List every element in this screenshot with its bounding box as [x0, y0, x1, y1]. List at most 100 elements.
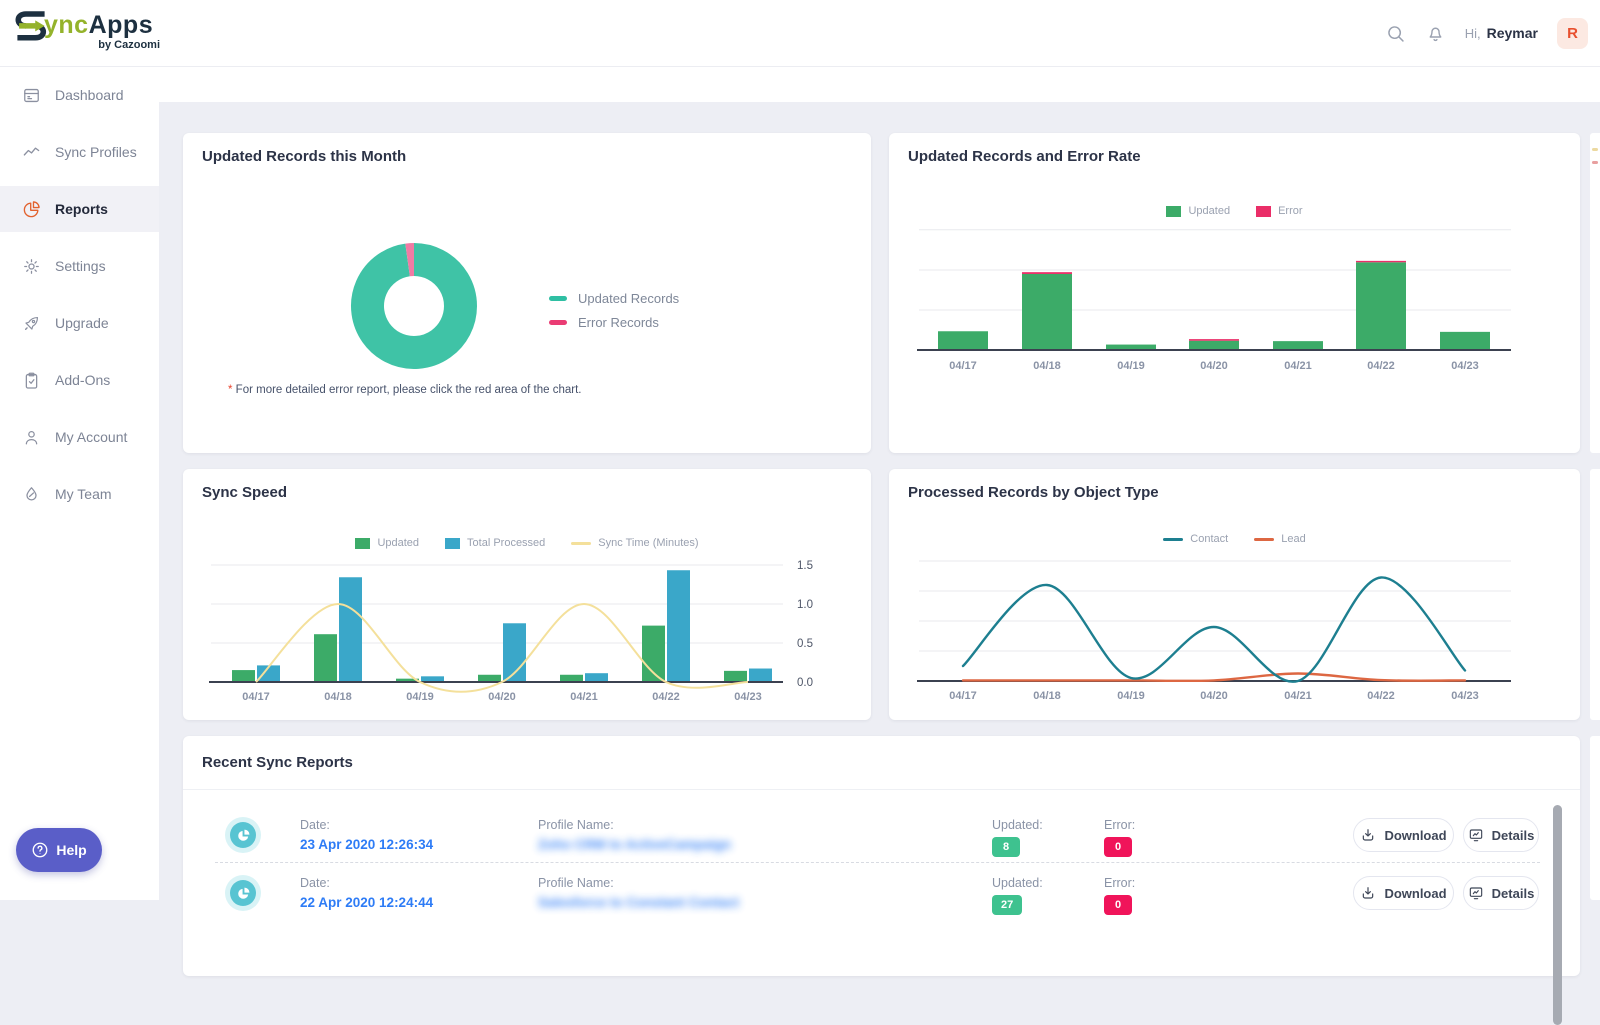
legend-item-updated-records[interactable]: Updated Records — [549, 291, 679, 306]
legend-swatch — [355, 538, 370, 549]
card-scrollbar-thumb[interactable] — [1553, 805, 1562, 1025]
sidebar-item-settings[interactable]: Settings — [0, 243, 159, 289]
legend-item-updated[interactable]: Updated — [1166, 205, 1230, 217]
svg-text:04/19: 04/19 — [406, 691, 434, 703]
legend-item-total-processed[interactable]: Total Processed — [445, 537, 545, 549]
legend-item-error[interactable]: Error — [1256, 205, 1302, 217]
sync-report-row: Date: 23 Apr 2020 12:26:34 Profile Name:… — [183, 810, 1554, 868]
object-type-line-chart[interactable]: 04/17 04/18 04/19 04/20 04/21 04/22 04/23 — [889, 469, 1580, 720]
date-label: Date: — [300, 818, 433, 832]
legend-item-contact[interactable]: Contact — [1163, 533, 1228, 545]
profile-name-blurred[interactable]: Salesforce to Constant Contact — [538, 895, 739, 910]
svg-text:04/21: 04/21 — [1284, 690, 1312, 702]
sidebar-item-dashboard[interactable]: Dashboard — [0, 72, 159, 118]
svg-text:1.0: 1.0 — [797, 599, 813, 611]
svg-text:04/22: 04/22 — [1367, 690, 1395, 702]
svg-text:0.5: 0.5 — [797, 638, 813, 650]
legend-item-error-records[interactable]: Error Records — [549, 315, 679, 330]
svg-text:04/22: 04/22 — [1367, 360, 1395, 372]
sidebar-item-my-account[interactable]: My Account — [0, 414, 159, 460]
offscreen-legend-mark — [1592, 148, 1598, 151]
updated-count-badge: 27 — [992, 895, 1022, 915]
svg-text:04/20: 04/20 — [1200, 690, 1228, 702]
card-updated-records-month: Updated Records this Month Updated Recor… — [183, 133, 871, 453]
svg-text:04/18: 04/18 — [324, 691, 352, 703]
divider — [183, 789, 1580, 790]
donut-chart[interactable] — [183, 133, 871, 453]
download-button[interactable]: Download — [1353, 876, 1454, 910]
error-label: Error: — [1104, 818, 1135, 832]
legend-label: Updated — [377, 537, 419, 549]
svg-text:04/20: 04/20 — [488, 691, 516, 703]
updated-label: Updated: — [992, 876, 1043, 890]
svg-text:04/18: 04/18 — [1033, 360, 1061, 372]
sidebar-item-add-ons[interactable]: Add-Ons — [0, 357, 159, 403]
legend-item-lead[interactable]: Lead — [1254, 533, 1305, 545]
updated-error-bar-chart[interactable]: 04/17 04/18 04/19 04/20 04/21 04/22 04/23 — [889, 133, 1580, 453]
svg-text:04/23: 04/23 — [1451, 690, 1479, 702]
settings-gear-icon — [22, 257, 41, 276]
legend-swatch — [549, 320, 567, 325]
sidebar-item-upgrade[interactable]: Upgrade — [0, 300, 159, 346]
svg-text:1.5: 1.5 — [797, 560, 813, 572]
my-account-person-icon — [22, 428, 41, 447]
notifications-bell-icon[interactable] — [1425, 23, 1446, 44]
reports-pie-icon — [22, 200, 41, 219]
row-divider-dashed — [215, 862, 1540, 863]
legend-label: Contact — [1190, 533, 1228, 545]
chart-legend: Updated Total Processed Sync Time (Minutes… — [183, 537, 871, 549]
legend-swatch — [1254, 538, 1274, 541]
profile-name-label: Profile Name: — [538, 876, 739, 890]
sync-report-pie-icon — [225, 817, 261, 853]
report-date-link[interactable]: 22 Apr 2020 12:24:44 — [300, 895, 433, 910]
sidebar-item-reports[interactable]: Reports — [0, 186, 159, 232]
legend-item-updated[interactable]: Updated — [355, 537, 419, 549]
legend-label: Updated — [1188, 205, 1230, 217]
legend-label: Total Processed — [467, 537, 545, 549]
svg-text:04/19: 04/19 — [1117, 360, 1145, 372]
sidebar: Dashboard Sync Profiles Reports Settings… — [0, 66, 159, 900]
error-label: Error: — [1104, 876, 1135, 890]
legend-label: Updated Records — [578, 291, 679, 306]
svg-text:04/22: 04/22 — [652, 691, 680, 703]
sync-speed-chart[interactable]: 1.51.00.50.004/1704/1804/1904/2004/2104/… — [183, 469, 871, 720]
syncapps-logo[interactable]: yncApps by Cazoomi — [14, 8, 164, 51]
legend-swatch — [571, 542, 591, 545]
legend-swatch — [1166, 206, 1181, 217]
legend-item-sync-time-minutes-[interactable]: Sync Time (Minutes) — [571, 537, 698, 549]
report-date-link[interactable]: 23 Apr 2020 12:26:34 — [300, 837, 433, 852]
sidebar-item-my-team[interactable]: My Team — [0, 471, 159, 517]
offscreen-card-sliver — [1590, 736, 1600, 900]
toolbar-strip — [159, 66, 1600, 102]
legend-swatch — [549, 296, 567, 301]
svg-text:04/23: 04/23 — [1451, 360, 1479, 372]
svg-text:0.0: 0.0 — [797, 677, 813, 689]
error-count-badge: 0 — [1104, 895, 1132, 915]
profile-name-blurred[interactable]: Zoho CRM to ActiveCampaign — [538, 837, 731, 852]
upgrade-rocket-icon — [22, 314, 41, 333]
updated-count-badge: 8 — [992, 837, 1020, 857]
offscreen-legend-mark — [1592, 161, 1598, 164]
svg-text:04/19: 04/19 — [1117, 690, 1145, 702]
details-button[interactable]: Details — [1463, 876, 1539, 910]
date-label: Date: — [300, 876, 433, 890]
details-monitor-icon — [1468, 827, 1484, 843]
details-monitor-icon — [1468, 885, 1484, 901]
svg-text:04/18: 04/18 — [1033, 690, 1061, 702]
sync-report-row: Date: 22 Apr 2020 12:24:44 Profile Name:… — [183, 868, 1554, 926]
download-button[interactable]: Download — [1353, 818, 1454, 852]
details-button[interactable]: Details — [1463, 818, 1539, 852]
offscreen-card-sliver — [1590, 469, 1600, 720]
chart-legend: Contact Lead — [889, 533, 1580, 545]
svg-text:04/21: 04/21 — [1284, 360, 1312, 372]
svg-text:04/17: 04/17 — [949, 690, 977, 702]
avatar[interactable]: R — [1557, 18, 1588, 49]
sidebar-item-sync-profiles[interactable]: Sync Profiles — [0, 129, 159, 175]
card-sync-speed: Sync Speed UpdatedTotal ProcessedSync Ti… — [183, 469, 871, 720]
svg-text:04/20: 04/20 — [1200, 360, 1228, 372]
username[interactable]: Reymar — [1487, 25, 1538, 41]
card-title: Recent Sync Reports — [202, 754, 353, 771]
svg-text:04/17: 04/17 — [949, 360, 977, 372]
help-button[interactable]: Help — [16, 828, 102, 872]
search-icon[interactable] — [1385, 23, 1406, 44]
